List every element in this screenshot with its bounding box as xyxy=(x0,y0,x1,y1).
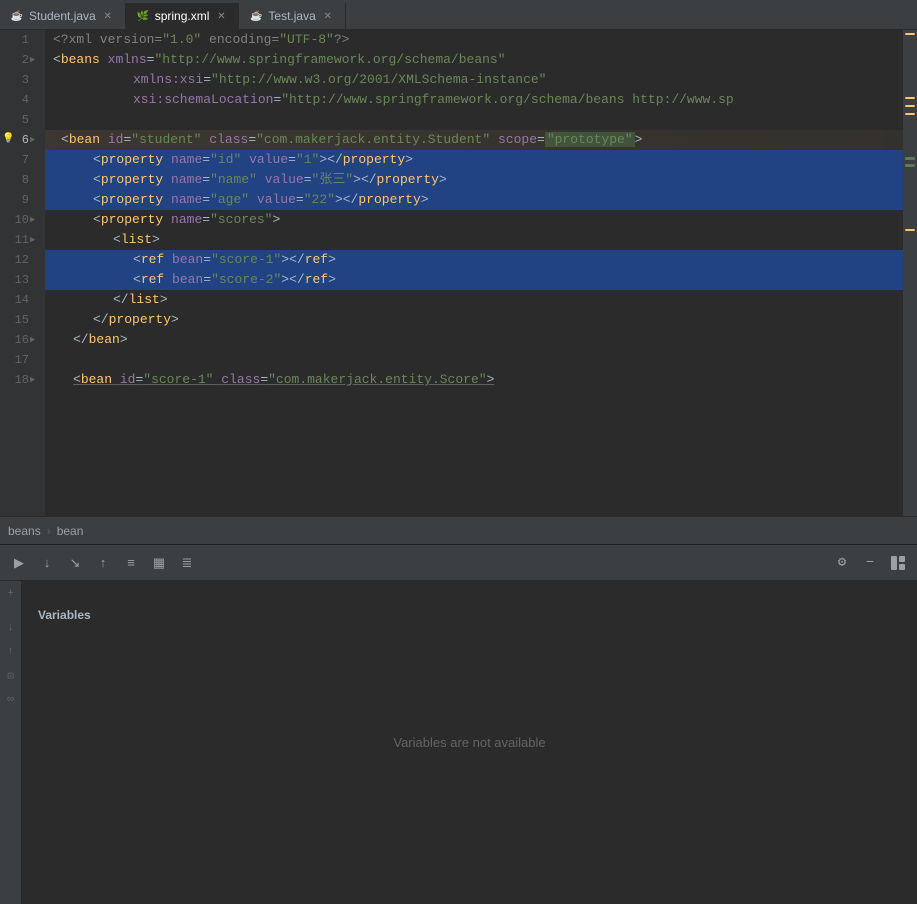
line-num-2: ▶2 xyxy=(0,50,37,70)
line-num-10: ▶10 xyxy=(0,210,37,230)
code-line-8: <property name="name" value="张三"></prope… xyxy=(45,170,903,190)
code-editor[interactable]: <?xml version="1.0" encoding="UTF-8"?> <… xyxy=(45,30,903,516)
add-variable-btn[interactable]: + xyxy=(2,585,20,603)
scroll-marker-1 xyxy=(905,33,915,35)
code-line-3: xmlns:xsi="http://www.w3.org/2001/XMLSch… xyxy=(45,70,903,90)
java-icon: ☕ xyxy=(10,9,24,23)
code-line-17 xyxy=(45,350,903,370)
code-line-10: <property name="scores"> xyxy=(45,210,903,230)
line-num-5: 5 xyxy=(0,110,37,130)
panel-toolbar: ▶ ↓ ↘ ↑ ≡ ▦ ≣ ⚙ − xyxy=(0,545,917,581)
code-line-13: <ref bean="score-2"></ref> xyxy=(45,270,903,290)
empty-variables-message: Variables are not available xyxy=(393,735,545,750)
code-line-2: <beans xmlns="http://www.springframework… xyxy=(45,50,903,70)
line-numbers: 1 ▶2 3 4 5 💡 ▶6 7 8 9 ▶10 ▶11 12 13 14 1… xyxy=(0,30,45,516)
variables-panel: Variables Variables are not available xyxy=(22,581,917,904)
panel-left-sidebar: + ↓ ↑ ⊡ ∞ xyxy=(0,581,22,904)
line-num-16: ▶16 xyxy=(0,330,37,350)
line-num-12: 12 xyxy=(0,250,37,270)
step-into-btn[interactable]: ↘ xyxy=(64,552,86,574)
line-num-9: 9 xyxy=(0,190,37,210)
scroll-marker-7 xyxy=(905,229,915,231)
line-num-17: 17 xyxy=(0,350,37,370)
editor-main: 1 ▶2 3 4 5 💡 ▶6 7 8 9 ▶10 ▶11 12 13 14 1… xyxy=(0,30,917,516)
step-over-btn[interactable]: ↓ xyxy=(36,552,58,574)
code-line-1: <?xml version="1.0" encoding="UTF-8"?> xyxy=(45,30,903,50)
tab-student-java[interactable]: ☕ Student.java ✕ xyxy=(0,3,126,29)
code-line-7: <property name="id" value="1"></property… xyxy=(45,150,903,170)
editor-container: 1 ▶2 3 4 5 💡 ▶6 7 8 9 ▶10 ▶11 12 13 14 1… xyxy=(0,30,917,516)
resume-btn[interactable]: ▶ xyxy=(8,552,30,574)
settings-button[interactable]: ⚙ xyxy=(831,552,853,574)
evaluate-btn[interactable]: ▦ xyxy=(148,552,170,574)
tab-close-spring[interactable]: ✕ xyxy=(214,9,228,23)
sidebar-btn-2[interactable]: ↑ xyxy=(2,643,20,661)
breadcrumb-beans[interactable]: beans xyxy=(8,524,41,538)
breadcrumb-separator-1: › xyxy=(47,524,51,538)
tab-label-spring: spring.xml xyxy=(155,9,210,23)
line-num-7: 7 xyxy=(0,150,37,170)
code-line-14: </list> xyxy=(45,290,903,310)
code-line-18: <bean id="score-1" class="com.makerjack.… xyxy=(45,370,903,390)
code-line-6: <bean id="student" class="com.makerjack.… xyxy=(45,130,903,150)
bottom-panel: ▶ ↓ ↘ ↑ ≡ ▦ ≣ ⚙ − + ↓ ↑ ⊡ ∞ Variables xyxy=(0,544,917,904)
line-num-4: 4 xyxy=(0,90,37,110)
scroll-marker-3 xyxy=(905,105,915,107)
line-num-18: ▶18 xyxy=(0,370,37,390)
test-java-icon: ☕ xyxy=(249,9,263,23)
code-line-5 xyxy=(45,110,903,130)
line-num-15: 15 xyxy=(0,310,37,330)
tab-label: Student.java xyxy=(29,9,96,23)
variables-header: Variables xyxy=(38,608,91,622)
frames-btn[interactable]: ≣ xyxy=(176,552,198,574)
tab-spring-xml[interactable]: 🌿 spring.xml ✕ xyxy=(126,3,240,29)
code-line-9: <property name="age" value="22"></proper… xyxy=(45,190,903,210)
code-line-4: xsi:schemaLocation="http://www.springfra… xyxy=(45,90,903,110)
line-num-8: 8 xyxy=(0,170,37,190)
tab-close-student[interactable]: ✕ xyxy=(101,9,115,23)
line-num-6: 💡 ▶6 xyxy=(0,130,37,150)
scroll-marker-6 xyxy=(905,164,915,167)
tab-bar: ☕ Student.java ✕ 🌿 spring.xml ✕ ☕ Test.j… xyxy=(0,0,917,30)
breadcrumb-bean[interactable]: bean xyxy=(57,524,84,538)
sidebar-btn-1[interactable]: ↓ xyxy=(2,619,20,637)
code-line-12: <ref bean="score-1"></ref> xyxy=(45,250,903,270)
scroll-marker-2 xyxy=(905,97,915,99)
sidebar-btn-3[interactable]: ⊡ xyxy=(2,667,20,685)
tab-close-test[interactable]: ✕ xyxy=(321,9,335,23)
xml-icon: 🌿 xyxy=(136,9,150,23)
line-num-1: 1 xyxy=(0,30,37,50)
line-num-14: 14 xyxy=(0,290,37,310)
minimize-button[interactable]: − xyxy=(859,552,881,574)
scroll-marker-4 xyxy=(905,113,915,115)
step-out-btn[interactable]: ↑ xyxy=(92,552,114,574)
scroll-marker-5 xyxy=(905,157,915,160)
tab-label-test: Test.java xyxy=(268,9,315,23)
run-to-cursor-btn[interactable]: ≡ xyxy=(120,552,142,574)
layout-button[interactable] xyxy=(887,552,909,574)
breadcrumb: beans › bean xyxy=(0,516,917,544)
line-num-3: 3 xyxy=(0,70,37,90)
code-line-15: </property> xyxy=(45,310,903,330)
panel-content: + ↓ ↑ ⊡ ∞ Variables Variables are not av… xyxy=(0,581,917,904)
code-line-11: <list> xyxy=(45,230,903,250)
line-num-11: ▶11 xyxy=(0,230,37,250)
code-line-16: </bean> xyxy=(45,330,903,350)
right-scrollbar[interactable] xyxy=(903,30,917,516)
line-num-13: 13 xyxy=(0,270,37,290)
sidebar-btn-4[interactable]: ∞ xyxy=(2,691,20,709)
tab-test-java[interactable]: ☕ Test.java ✕ xyxy=(239,3,345,29)
